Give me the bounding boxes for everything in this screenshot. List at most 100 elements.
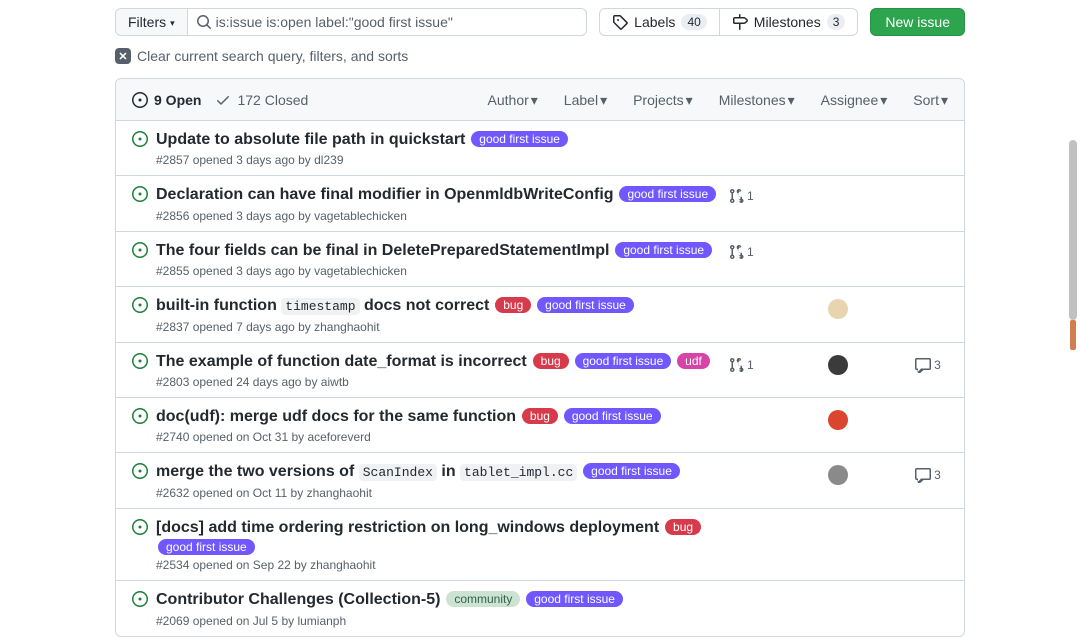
issue-title-link[interactable]: The example of function date_format is i… xyxy=(156,353,527,370)
issue-open-icon xyxy=(132,408,148,424)
issue-open-icon xyxy=(132,353,148,369)
issue-label[interactable]: bug xyxy=(665,519,701,535)
inline-code: tablet_impl.cc xyxy=(460,464,577,481)
issue-meta: #2632 opened on Oct 11 by zhanghaohit xyxy=(156,486,728,500)
filter-milestones[interactable]: Milestones▾ xyxy=(719,91,795,108)
filter-toolbar: Author▾ Label▾ Projects▾ Milestones▾ Ass… xyxy=(488,91,948,108)
issue-open-icon xyxy=(132,519,148,535)
caret-icon: ▾ xyxy=(686,92,693,109)
filter-projects[interactable]: Projects▾ xyxy=(633,91,693,108)
comment-icon xyxy=(915,357,931,373)
issue-title-link[interactable]: [docs] add time ordering restriction on … xyxy=(156,519,659,536)
caret-icon: ▾ xyxy=(941,92,948,109)
labels-button[interactable]: Labels 40 xyxy=(599,8,719,36)
scrollbar[interactable] xyxy=(1066,0,1078,506)
assignee-col[interactable] xyxy=(818,299,858,319)
issue-label[interactable]: good first issue xyxy=(583,463,680,479)
filters-button[interactable]: Filters ▾ xyxy=(115,8,187,36)
issue-meta: #2856 opened 3 days ago by vagetablechic… xyxy=(156,209,728,223)
issue-meta: #2534 opened on Sep 22 by zhanghaohit xyxy=(156,558,728,572)
issue-title-link[interactable]: Update to absolute file path in quicksta… xyxy=(156,131,465,148)
issue-label[interactable]: good first issue xyxy=(564,408,661,424)
git-pull-request-icon xyxy=(728,357,744,373)
comment-icon xyxy=(915,467,931,483)
scrollbar-thumb[interactable] xyxy=(1069,140,1077,320)
closed-count-text: 172 Closed xyxy=(237,92,308,108)
inline-code: timestamp xyxy=(281,298,359,315)
issue-meta: #2069 opened on Jul 5 by lumianph xyxy=(156,614,728,628)
milestone-icon xyxy=(732,14,748,30)
caret-icon: ▾ xyxy=(788,92,795,109)
issue-title-link[interactable]: Contributor Challenges (Collection-5) xyxy=(156,591,440,608)
filter-author[interactable]: Author▾ xyxy=(488,91,538,108)
issue-title-link[interactable]: Declaration can have final modifier in O… xyxy=(156,186,614,203)
close-icon: ✕ xyxy=(115,48,131,64)
issue-label[interactable]: good first issue xyxy=(619,186,716,202)
avatar[interactable] xyxy=(828,465,848,485)
issue-open-icon xyxy=(132,297,148,313)
caret-icon: ▾ xyxy=(531,92,538,109)
issue-title-link[interactable]: built-in function timestamp docs not cor… xyxy=(156,297,489,314)
issue-label[interactable]: bug xyxy=(533,353,569,369)
caret-icon: ▾ xyxy=(880,92,887,109)
clear-filters-text: Clear current search query, filters, and… xyxy=(137,48,408,64)
issue-open-icon xyxy=(132,131,148,147)
filter-sort[interactable]: Sort▾ xyxy=(913,91,948,108)
open-tab[interactable]: 9 Open xyxy=(132,92,201,108)
search-input[interactable] xyxy=(212,14,579,30)
assignee-col[interactable] xyxy=(818,410,858,430)
subnav-row: Filters ▾ Labels 40 Milestones 3 New iss… xyxy=(115,8,965,36)
issues-list-header: 9 Open 172 Closed Author▾ Label▾ Project… xyxy=(116,79,964,121)
issue-meta: #2857 opened 3 days ago by dl239 xyxy=(156,153,728,167)
issue-meta: #2740 opened on Oct 31 by aceforeverd xyxy=(156,430,728,444)
issue-label[interactable]: bug xyxy=(495,297,531,313)
filter-label[interactable]: Label▾ xyxy=(564,91,607,108)
linked-pr[interactable]: 1 xyxy=(728,244,768,260)
issue-row: The four fields can be final in DeletePr… xyxy=(116,231,964,286)
issue-row: doc(udf): merge udf docs for the same fu… xyxy=(116,397,964,452)
closed-tab[interactable]: 172 Closed xyxy=(215,92,308,108)
assignee-col[interactable] xyxy=(818,355,858,375)
git-pull-request-icon xyxy=(728,188,744,204)
milestones-text: Milestones xyxy=(754,14,821,30)
issue-open-icon xyxy=(132,92,148,108)
inline-code: ScanIndex xyxy=(359,464,437,481)
issue-label[interactable]: good first issue xyxy=(526,591,623,607)
issues-box: 9 Open 172 Closed Author▾ Label▾ Project… xyxy=(115,78,965,637)
issues-list: Update to absolute file path in quicksta… xyxy=(116,121,964,636)
search-wrap[interactable] xyxy=(187,8,588,36)
milestones-count: 3 xyxy=(827,14,846,30)
milestones-button[interactable]: Milestones 3 xyxy=(719,8,859,36)
issue-open-icon xyxy=(132,463,148,479)
labels-count: 40 xyxy=(681,14,706,30)
issue-label[interactable]: good first issue xyxy=(615,242,712,258)
issue-label[interactable]: good first issue xyxy=(537,297,634,313)
new-issue-button[interactable]: New issue xyxy=(870,8,965,36)
issue-label[interactable]: udf xyxy=(677,353,710,369)
avatar[interactable] xyxy=(828,299,848,319)
issue-title-link[interactable]: merge the two versions of ScanIndex in t… xyxy=(156,463,577,480)
issue-open-icon xyxy=(132,186,148,202)
filter-assignee[interactable]: Assignee▾ xyxy=(821,91,888,108)
issue-title-link[interactable]: doc(udf): merge udf docs for the same fu… xyxy=(156,408,516,425)
issue-label[interactable]: good first issue xyxy=(575,353,672,369)
issue-meta: #2855 opened 3 days ago by vagetablechic… xyxy=(156,264,728,278)
issue-label[interactable]: good first issue xyxy=(158,539,255,555)
issue-title-link[interactable]: The four fields can be final in DeletePr… xyxy=(156,242,609,259)
comments-col[interactable]: 3 xyxy=(908,467,948,483)
linked-pr[interactable]: 1 xyxy=(728,357,768,373)
issue-label[interactable]: bug xyxy=(522,408,558,424)
issue-open-icon xyxy=(132,242,148,258)
clear-filters-link[interactable]: ✕ Clear current search query, filters, a… xyxy=(115,48,965,64)
git-pull-request-icon xyxy=(728,244,744,260)
issue-row: merge the two versions of ScanIndex in t… xyxy=(116,452,964,507)
assignee-col[interactable] xyxy=(818,465,858,485)
issue-label[interactable]: community xyxy=(446,591,520,607)
issue-row: [docs] add time ordering restriction on … xyxy=(116,508,964,580)
caret-icon: ▾ xyxy=(170,18,175,29)
comments-col[interactable]: 3 xyxy=(908,357,948,373)
linked-pr[interactable]: 1 xyxy=(728,188,768,204)
issue-label[interactable]: good first issue xyxy=(471,131,568,147)
avatar[interactable] xyxy=(828,410,848,430)
avatar[interactable] xyxy=(828,355,848,375)
